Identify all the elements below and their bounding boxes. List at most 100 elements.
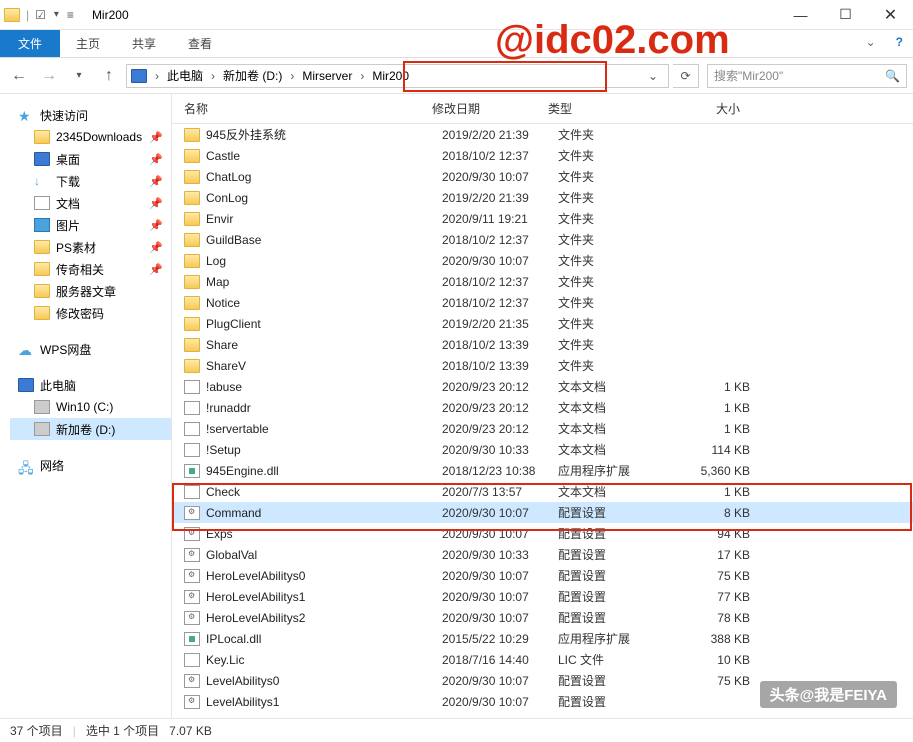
file-row[interactable]: Command2020/9/30 10:07配置设置8 KB bbox=[172, 502, 913, 523]
help-icon[interactable]: ? bbox=[886, 30, 913, 57]
chevron-right-icon[interactable]: › bbox=[354, 69, 370, 83]
col-date[interactable]: 修改日期 bbox=[432, 100, 548, 117]
file-row[interactable]: !abuse2020/9/23 20:12文本文档1 KB bbox=[172, 376, 913, 397]
cfg-icon bbox=[184, 548, 200, 562]
file-row[interactable]: !servertable2020/9/23 20:12文本文档1 KB bbox=[172, 418, 913, 439]
tab-view[interactable]: 查看 bbox=[172, 30, 228, 57]
file-row[interactable]: ConLog2019/2/20 21:39文件夹 bbox=[172, 187, 913, 208]
sidebar-item[interactable]: 文档📌 bbox=[10, 192, 171, 214]
file-row[interactable]: Exps2020/9/30 10:07配置设置94 KB bbox=[172, 523, 913, 544]
file-date: 2020/9/23 20:12 bbox=[442, 380, 558, 394]
file-name: Key.Lic bbox=[206, 653, 442, 667]
file-row[interactable]: Share2018/10/2 13:39文件夹 bbox=[172, 334, 913, 355]
search-icon[interactable]: 🔍 bbox=[885, 69, 900, 83]
file-list: 名称 修改日期 类型 大小 945反外挂系统2019/2/20 21:39文件夹… bbox=[172, 94, 913, 718]
crumb-pc[interactable]: 此电脑 bbox=[165, 67, 205, 84]
file-row[interactable]: Map2018/10/2 12:37文件夹 bbox=[172, 271, 913, 292]
file-size: 1 KB bbox=[680, 380, 770, 394]
file-row[interactable]: IPLocal.dll2015/5/22 10:29应用程序扩展388 KB bbox=[172, 628, 913, 649]
file-name: 945反外挂系统 bbox=[206, 126, 442, 143]
maximize-button[interactable]: ☐ bbox=[823, 1, 868, 29]
sidebar-drive-c[interactable]: Win10 (C:) bbox=[10, 396, 171, 418]
sidebar-drive-d[interactable]: 新加卷 (D:) bbox=[10, 418, 171, 440]
sidebar-network[interactable]: 🖧网络 bbox=[10, 454, 171, 476]
sidebar-wps[interactable]: ☁WPS网盘 bbox=[10, 338, 171, 360]
sidebar-item[interactable]: ↓下载📌 bbox=[10, 170, 171, 192]
folder-icon bbox=[184, 191, 200, 205]
forward-button[interactable]: → bbox=[36, 63, 62, 89]
file-row[interactable]: HeroLevelAbilitys02020/9/30 10:07配置设置75 … bbox=[172, 565, 913, 586]
file-row[interactable]: Key.Lic2018/7/16 14:40LIC 文件10 KB bbox=[172, 649, 913, 670]
folder-icon bbox=[184, 233, 200, 247]
file-row[interactable]: ChatLog2020/9/30 10:07文件夹 bbox=[172, 166, 913, 187]
search-input[interactable]: 搜索"Mir200" 🔍 bbox=[707, 64, 907, 88]
file-name: Castle bbox=[206, 149, 442, 163]
file-row[interactable]: ShareV2018/10/2 13:39文件夹 bbox=[172, 355, 913, 376]
tab-share[interactable]: 共享 bbox=[116, 30, 172, 57]
sidebar-item[interactable]: 桌面📌 bbox=[10, 148, 171, 170]
file-date: 2019/2/20 21:39 bbox=[442, 128, 558, 142]
close-button[interactable]: ✕ bbox=[868, 1, 913, 29]
qat-checkbox-icon[interactable]: ☑ bbox=[35, 8, 46, 22]
folder-icon bbox=[34, 262, 50, 276]
sidebar-item[interactable]: 传奇相关📌 bbox=[10, 258, 171, 280]
col-type[interactable]: 类型 bbox=[548, 100, 670, 117]
refresh-button[interactable]: ⟳ bbox=[673, 64, 699, 88]
file-date: 2020/9/11 19:21 bbox=[442, 212, 558, 226]
crumb-mirserver[interactable]: Mirserver bbox=[300, 69, 354, 83]
tab-home[interactable]: 主页 bbox=[60, 30, 116, 57]
file-name: !servertable bbox=[206, 422, 442, 436]
minimize-button[interactable]: — bbox=[778, 1, 823, 29]
file-row[interactable]: !runaddr2020/9/23 20:12文本文档1 KB bbox=[172, 397, 913, 418]
qat-dropdown-icon[interactable]: ▾ bbox=[48, 9, 59, 20]
folder-icon bbox=[34, 218, 50, 232]
chevron-right-icon[interactable]: › bbox=[205, 69, 221, 83]
ribbon-expand-icon[interactable]: ⌄ bbox=[856, 30, 886, 57]
col-size[interactable]: 大小 bbox=[670, 100, 760, 117]
file-date: 2020/9/30 10:07 bbox=[442, 170, 558, 184]
sidebar-item[interactable]: 修改密码 bbox=[10, 302, 171, 324]
file-row[interactable]: Log2020/9/30 10:07文件夹 bbox=[172, 250, 913, 271]
file-row[interactable]: !Setup2020/9/30 10:33文本文档114 KB bbox=[172, 439, 913, 460]
sidebar-item[interactable]: 2345Downloads📌 bbox=[10, 126, 171, 148]
file-row[interactable]: HeroLevelAbilitys12020/9/30 10:07配置设置77 … bbox=[172, 586, 913, 607]
file-row[interactable]: 945反外挂系统2019/2/20 21:39文件夹 bbox=[172, 124, 913, 145]
file-row[interactable]: GlobalVal2020/9/30 10:33配置设置17 KB bbox=[172, 544, 913, 565]
pc-icon bbox=[18, 378, 34, 392]
recent-dropdown-icon[interactable]: ▾ bbox=[66, 63, 92, 89]
file-size: 1 KB bbox=[680, 485, 770, 499]
ribbon-tabs: 文件 主页 共享 查看 ⌄ ? bbox=[0, 30, 913, 58]
file-date: 2018/12/23 10:38 bbox=[442, 464, 558, 478]
lic-icon bbox=[184, 653, 200, 667]
sidebar-item[interactable]: 服务器文章 bbox=[10, 280, 171, 302]
crumb-drive[interactable]: 新加卷 (D:) bbox=[221, 67, 284, 84]
file-row[interactable]: 945Engine.dll2018/12/23 10:38应用程序扩展5,360… bbox=[172, 460, 913, 481]
file-row[interactable]: Envir2020/9/11 19:21文件夹 bbox=[172, 208, 913, 229]
chevron-right-icon[interactable]: › bbox=[149, 69, 165, 83]
file-row[interactable]: GuildBase2018/10/2 12:37文件夹 bbox=[172, 229, 913, 250]
col-name[interactable]: 名称 bbox=[172, 100, 432, 117]
qat-overflow-icon[interactable]: ≡ bbox=[61, 8, 80, 22]
address-dropdown-icon[interactable]: ⌄ bbox=[648, 69, 664, 83]
file-size: 114 KB bbox=[680, 443, 770, 457]
tab-file[interactable]: 文件 bbox=[0, 30, 60, 57]
sidebar-item[interactable]: PS素材📌 bbox=[10, 236, 171, 258]
crumb-mir200[interactable]: Mir200 bbox=[370, 69, 411, 83]
back-button[interactable]: ← bbox=[6, 63, 32, 89]
file-row[interactable]: HeroLevelAbilitys22020/9/30 10:07配置设置78 … bbox=[172, 607, 913, 628]
sidebar-this-pc[interactable]: 此电脑 bbox=[10, 374, 171, 396]
file-row[interactable]: PlugClient2019/2/20 21:35文件夹 bbox=[172, 313, 913, 334]
file-name: GuildBase bbox=[206, 233, 442, 247]
sidebar-quick-access[interactable]: ★快速访问 bbox=[10, 104, 171, 126]
file-row[interactable]: Check2020/7/3 13:57文本文档1 KB bbox=[172, 481, 913, 502]
file-row[interactable]: LevelAbilitys02020/9/30 10:07配置设置75 KB bbox=[172, 670, 913, 691]
sidebar-item[interactable]: 图片📌 bbox=[10, 214, 171, 236]
file-name: GlobalVal bbox=[206, 548, 442, 562]
address-bar[interactable]: › 此电脑 › 新加卷 (D:) › Mirserver › Mir200 ⌄ bbox=[126, 64, 669, 88]
chevron-right-icon[interactable]: › bbox=[284, 69, 300, 83]
file-row[interactable]: Notice2018/10/2 12:37文件夹 bbox=[172, 292, 913, 313]
up-button[interactable]: ↑ bbox=[96, 63, 122, 89]
quick-access-toolbar: | ☑ ▾ ≡ bbox=[0, 8, 84, 22]
file-row[interactable]: Castle2018/10/2 12:37文件夹 bbox=[172, 145, 913, 166]
file-row[interactable]: LevelAbilitys12020/9/30 10:07配置设置 bbox=[172, 691, 913, 712]
